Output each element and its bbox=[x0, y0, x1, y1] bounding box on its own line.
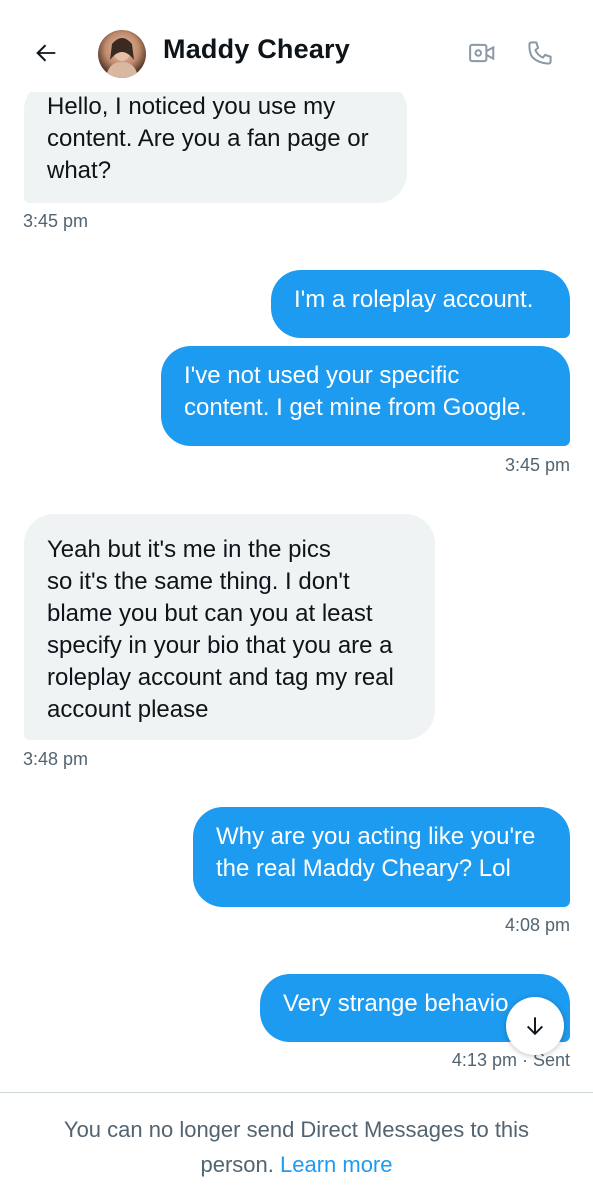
message-timestamp: 3:45 pm bbox=[504, 455, 570, 475]
dm-conversation-screen: Hello, I noticed you use my content. Are… bbox=[0, 0, 593, 1200]
contact-name[interactable]: Maddy Cheary bbox=[163, 34, 350, 65]
message-line: what? bbox=[47, 157, 112, 184]
message-line: roleplay account and tag my real bbox=[47, 664, 394, 691]
notice-text: person. bbox=[200, 1152, 280, 1177]
message-line: I'm a roleplay account. bbox=[294, 286, 534, 313]
message-timestamp: 3:45 pm bbox=[23, 211, 89, 231]
footer-divider bbox=[0, 1092, 593, 1093]
message-timestamp: 3:48 pm bbox=[23, 749, 89, 769]
message-line: content. Are you a fan page or bbox=[47, 125, 369, 152]
message-line: so it's the same thing. I don't bbox=[47, 568, 350, 595]
dm-disabled-notice: You can no longer send Direct Messages t… bbox=[30, 1112, 563, 1182]
message-line: account please bbox=[47, 696, 209, 723]
arrow-left-icon bbox=[36, 44, 56, 62]
voice-call-button[interactable] bbox=[520, 33, 560, 73]
message-bubble-outgoing[interactable]: I've not used your specific content. I g… bbox=[161, 346, 570, 446]
message-line: Yeah but it's me in the pics bbox=[47, 536, 331, 563]
message-line: Why are you acting like you're bbox=[216, 823, 536, 850]
message-bubble-incoming[interactable]: Yeah but it's me in the pics so it's the… bbox=[24, 514, 435, 740]
message-bubble-outgoing[interactable]: I'm a roleplay account. bbox=[271, 270, 570, 338]
learn-more-link[interactable]: Learn more bbox=[280, 1152, 393, 1177]
video-camera-icon bbox=[469, 43, 495, 63]
message-line: specify in your bio that you are a bbox=[47, 632, 393, 659]
message-line: I've not used your specific bbox=[184, 362, 460, 389]
message-timestamp: 4:08 pm bbox=[504, 915, 570, 935]
phone-icon bbox=[528, 41, 552, 65]
message-line: content. I get mine from Google. bbox=[184, 394, 527, 421]
scroll-to-bottom-button[interactable] bbox=[506, 997, 564, 1055]
conversation-header: Maddy Cheary bbox=[0, 0, 593, 92]
avatar-image bbox=[106, 38, 138, 78]
message-bubble-incoming[interactable]: Hello, I noticed you use my content. Are… bbox=[24, 80, 407, 203]
back-button[interactable] bbox=[26, 33, 66, 73]
notice-line: You can no longer send Direct Messages t… bbox=[63, 1117, 530, 1142]
message-bubble-outgoing[interactable]: Why are you acting like you're the real … bbox=[193, 807, 570, 907]
arrow-down-icon bbox=[526, 1017, 544, 1036]
avatar[interactable] bbox=[98, 30, 146, 78]
message-line: blame you but can you at least bbox=[47, 600, 373, 627]
notice-line: person. Learn more bbox=[30, 1147, 563, 1182]
video-call-button[interactable] bbox=[462, 33, 502, 73]
message-line: the real Maddy Cheary? Lol bbox=[216, 855, 511, 882]
message-line: Hello, I noticed you use my bbox=[47, 93, 336, 120]
